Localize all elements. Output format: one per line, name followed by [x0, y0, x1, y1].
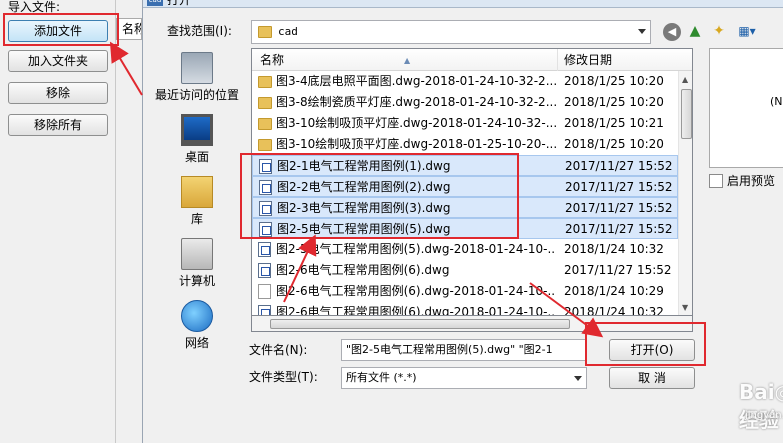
places-bar: 最近访问的位置 桌面 库 计算机 网络 [149, 48, 245, 368]
file-row[interactable]: 图3-8绘制瓷质平灯座.dwg-2018-01-24-10-32-2... 201… [252, 92, 678, 113]
host-name-column: 名称 [116, 18, 142, 40]
new-folder-icon[interactable]: ✦ [709, 21, 729, 41]
enable-preview-label[interactable]: 启用预览 [727, 174, 775, 188]
arrow-to-add-file [109, 41, 143, 96]
column-name-label: 名称 [260, 53, 285, 67]
computer-icon [181, 238, 213, 270]
remove-button[interactable]: 移除 [8, 82, 108, 104]
dwg-file-icon [258, 305, 271, 315]
place-desktop[interactable]: 桌面 [149, 114, 245, 164]
file-name: 图2-5电气工程常用图例(5).dwg-2018-01-24-10-... [276, 242, 556, 256]
vertical-scrollbar[interactable]: ▲ ▼ [678, 71, 692, 315]
scroll-down-icon[interactable]: ▼ [682, 303, 688, 312]
remove-all-button[interactable]: 移除所有 [8, 114, 108, 136]
look-in-value: cad [278, 25, 298, 38]
file-type-select[interactable]: 所有文件 (*.*) [341, 367, 587, 389]
file-name: 图2-6电气工程常用图例(6).dwg [276, 263, 450, 277]
file-row[interactable]: 图3-10绘制吸顶平灯座.dwg-2018-01-25-10-20-... 201… [252, 134, 678, 155]
file-date: 2017/11/27 15:52 [564, 263, 672, 277]
file-date: 2018/1/24 10:32 [564, 242, 664, 256]
h-scroll-thumb[interactable] [270, 319, 570, 329]
chevron-down-icon[interactable] [574, 376, 582, 381]
watermark-logo: Bai◎经验 [739, 380, 783, 432]
file-name: 图2-6电气工程常用图例(6).dwg-2018-01-24-10-... [276, 284, 556, 298]
file-date: 2018/1/24 10:29 [564, 284, 664, 298]
annotation-box-add-file [3, 13, 119, 46]
scroll-up-icon[interactable]: ▲ [682, 75, 688, 84]
import-files-label: 导入文件: [8, 0, 61, 14]
column-header-name[interactable]: 名称 ▲ [252, 49, 558, 71]
place-label: 桌面 [184, 150, 209, 164]
look-in-combo[interactable]: cad [251, 20, 651, 44]
sort-ascending-icon: ▲ [404, 56, 411, 65]
folder-icon [258, 26, 272, 38]
import-panel: 导入文件: 添加文件 加入文件夹 移除 移除所有 [0, 0, 116, 443]
enable-preview-checkbox[interactable] [709, 174, 723, 188]
watermark-url: jingyan.baidu.com [745, 410, 783, 421]
file-date: 2018/1/25 10:20 [564, 74, 664, 88]
column-header-date[interactable]: 修改日期 [558, 49, 678, 71]
file-name: 图3-4底层电照平面图.dwg-2018-01-24-10-32-2... [276, 74, 556, 88]
look-in-label: 查找范围(I): [167, 24, 232, 38]
place-label: 计算机 [178, 274, 215, 288]
place-computer[interactable]: 计算机 [149, 238, 245, 288]
place-recent[interactable]: 最近访问的位置 [149, 52, 245, 102]
scroll-thumb[interactable] [681, 89, 692, 139]
cad-app-icon: cad [147, 0, 163, 6]
dwg-file-icon [258, 263, 271, 278]
file-name-input[interactable]: "图2-5电气工程常用图例(5).dwg" "图2-1 [341, 339, 587, 361]
library-icon [181, 176, 213, 208]
preview-text: (No [770, 95, 783, 108]
file-row[interactable]: 图3-10绘制吸顶平灯座.dwg-2018-01-24-10-32-... 201… [252, 113, 678, 134]
file-row[interactable]: 图2-5电气工程常用图例(5).dwg-2018-01-24-10-... 201… [252, 239, 678, 260]
place-label: 网络 [184, 336, 209, 350]
file-list-header: 名称 ▲ 修改日期 [252, 49, 692, 71]
folder-icon [258, 97, 272, 109]
file-date: 2017/11/27 15:52 [565, 222, 673, 236]
file-row[interactable]: 图3-4底层电照平面图.dwg-2018-01-24-10-32-2... 201… [252, 71, 678, 92]
file-name: 图3-10绘制吸顶平灯座.dwg-2018-01-25-10-20-... [276, 137, 556, 151]
annotation-box-selected-files [240, 153, 519, 239]
file-name-label: 文件名(N): [249, 343, 308, 357]
file-date: 2017/11/27 15:52 [565, 201, 673, 215]
dialog-titlebar: cad 打开 [143, 0, 783, 8]
folder-icon [258, 139, 272, 151]
up-folder-icon[interactable]: ▲ [685, 21, 705, 41]
chevron-down-icon[interactable] [638, 29, 646, 34]
file-date: 2018/1/25 10:21 [564, 116, 664, 130]
file-date: 2017/11/27 15:52 [565, 159, 673, 173]
screen: 导入文件: 添加文件 加入文件夹 移除 移除所有 名称 cad 打开 查找范围(… [0, 0, 783, 443]
file-name: 图3-10绘制吸顶平灯座.dwg-2018-01-24-10-32-... [276, 116, 556, 130]
dwg-file-icon [258, 242, 271, 257]
cancel-button[interactable]: 取 消 [609, 367, 695, 389]
annotation-box-open-button [585, 322, 706, 366]
folder-icon [258, 118, 272, 130]
recent-places-icon [181, 52, 213, 84]
preview-pane: (No [709, 48, 783, 168]
file-date: 2018/1/25 10:20 [564, 137, 664, 151]
file-name: 图3-8绘制瓷质平灯座.dwg-2018-01-24-10-32-2... [276, 95, 556, 109]
file-type-label: 文件类型(T): [249, 370, 318, 384]
file-name: 图2-6电气工程常用图例(6).dwg-2018-01-24-10-... [276, 305, 556, 316]
file-type-value: 所有文件 (*.*) [346, 371, 417, 384]
place-label: 最近访问的位置 [154, 88, 239, 102]
file-date: 2018/1/24 10:32 [564, 305, 664, 316]
file-date: 2018/1/25 10:20 [564, 95, 664, 109]
place-network[interactable]: 网络 [149, 300, 245, 350]
network-icon [181, 300, 213, 332]
add-folder-button[interactable]: 加入文件夹 [8, 50, 108, 72]
view-menu-icon[interactable]: ▦▾ [733, 21, 761, 41]
file-row[interactable]: 图2-6电气工程常用图例(6).dwg-2018-01-24-10-... 201… [252, 281, 678, 302]
dialog-title: 打开 [167, 0, 192, 7]
file-icon [258, 284, 271, 299]
desktop-icon [181, 114, 213, 146]
file-date: 2017/11/27 15:52 [565, 180, 673, 194]
back-icon[interactable]: ◀ [663, 23, 681, 41]
place-label: 库 [190, 212, 203, 226]
file-row[interactable]: 图2-6电气工程常用图例(6).dwg 2017/11/27 15:52 [252, 260, 678, 281]
folder-icon [258, 76, 272, 88]
file-row[interactable]: 图2-6电气工程常用图例(6).dwg-2018-01-24-10-... 201… [252, 302, 678, 316]
place-libraries[interactable]: 库 [149, 176, 245, 226]
